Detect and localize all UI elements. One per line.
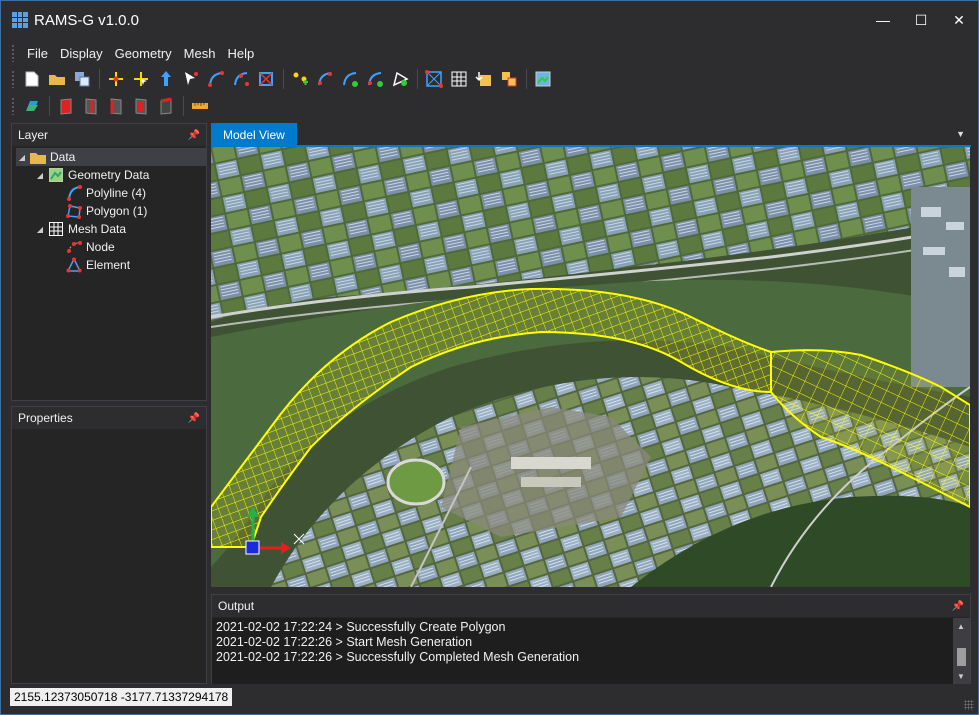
mesh-grid-icon[interactable] xyxy=(448,68,470,90)
scroll-up-icon[interactable]: ▲ xyxy=(957,622,965,631)
layer-tree: ◢ Data ◢ Geometry Data Polyline (4) Poly… xyxy=(12,146,206,386)
tree-label: Data xyxy=(50,150,76,164)
polyline-add-icon[interactable] xyxy=(364,68,386,90)
tree-item-geometry-data[interactable]: ◢ Geometry Data xyxy=(34,166,149,184)
log-line: 2021-02-02 17:22:24 > Successfully Creat… xyxy=(216,620,506,634)
mesh-export-icon[interactable] xyxy=(498,68,520,90)
output-panel-title: Output xyxy=(218,599,255,613)
element-icon xyxy=(66,257,82,273)
polyline-move-icon[interactable] xyxy=(339,68,361,90)
tree-label: Polygon (1) xyxy=(86,204,148,218)
document-tab-bar: Model View ▼ xyxy=(211,123,971,147)
node-add-icon[interactable] xyxy=(289,68,311,90)
tree-item-polygon[interactable]: Polygon (1) xyxy=(64,202,147,220)
ruler-icon[interactable] xyxy=(189,95,211,117)
chevron-down-icon[interactable]: ▼ xyxy=(956,129,965,139)
expand-arrow-icon[interactable]: ◢ xyxy=(34,225,46,234)
tree-item-element[interactable]: Element xyxy=(64,256,130,274)
resize-grip-icon[interactable] xyxy=(964,700,974,710)
layer-refresh-icon[interactable] xyxy=(21,95,43,117)
tree-label: Polyline (4) xyxy=(86,186,147,200)
select-point-icon[interactable] xyxy=(130,68,152,90)
layer-panel: Layer 📌 ◢ Data ◢ Geometry Data Polyline … xyxy=(11,123,207,401)
menu-display[interactable]: Display xyxy=(54,46,109,61)
tree-label: Geometry Data xyxy=(68,168,150,182)
pin-icon[interactable]: 📌 xyxy=(188,130,200,141)
polyline-icon xyxy=(66,185,82,201)
split-polyline-icon[interactable] xyxy=(255,68,277,90)
output-panel-header: Output 📌 xyxy=(212,595,970,617)
model-view-canvas[interactable] xyxy=(211,147,970,587)
menu-geometry[interactable]: Geometry xyxy=(109,46,178,61)
add-polyline-icon[interactable] xyxy=(205,68,227,90)
window-title: RAMS-G v1.0.0 xyxy=(34,11,140,29)
layer-panel-title: Layer xyxy=(18,128,49,142)
geometry-data-icon xyxy=(48,167,64,183)
tree-label: Element xyxy=(86,258,131,272)
tree-item-mesh-data[interactable]: ◢ Mesh Data xyxy=(34,220,126,238)
properties-panel-title: Properties xyxy=(18,411,73,425)
box-right-icon[interactable] xyxy=(80,95,102,117)
tree-item-data[interactable]: ◢ Data xyxy=(16,148,206,166)
pin-icon[interactable]: 📌 xyxy=(952,601,964,612)
polygon-edit-icon[interactable] xyxy=(389,68,411,90)
box-back-icon[interactable] xyxy=(130,95,152,117)
menu-mesh[interactable]: Mesh xyxy=(178,46,222,61)
box-left-icon[interactable] xyxy=(105,95,127,117)
tree-label: Node xyxy=(86,240,115,254)
menu-file[interactable]: File xyxy=(21,46,54,61)
tree-item-node[interactable]: Node xyxy=(64,238,115,256)
title-bar: RAMS-G v1.0.0 — ☐ ✕ xyxy=(1,1,978,39)
app-logo-icon xyxy=(12,12,28,28)
pin-icon[interactable]: 📌 xyxy=(188,413,200,424)
save-icon[interactable] xyxy=(71,68,93,90)
map-view-icon[interactable] xyxy=(532,68,554,90)
menu-help[interactable]: Help xyxy=(221,46,260,61)
move-point-icon[interactable] xyxy=(155,68,177,90)
close-button[interactable]: ✕ xyxy=(940,1,978,39)
new-file-icon[interactable] xyxy=(21,68,43,90)
tree-item-polyline[interactable]: Polyline (4) xyxy=(64,184,146,202)
toolbar-grip[interactable] xyxy=(11,70,15,88)
output-scrollbar[interactable]: ▲ ▼ xyxy=(953,618,970,684)
output-panel: Output 📌 2021-02-02 17:22:24 > Successfu… xyxy=(211,594,971,684)
menu-bar: File Display Geometry Mesh Help xyxy=(11,43,260,63)
scroll-down-icon[interactable]: ▼ xyxy=(957,672,965,681)
main-toolbar xyxy=(11,67,557,91)
app-window: RAMS-G v1.0.0 — ☐ ✕ File Display Geometr… xyxy=(0,0,979,715)
edit-polyline-icon[interactable] xyxy=(230,68,252,90)
expand-arrow-icon[interactable]: ◢ xyxy=(16,153,28,162)
expand-arrow-icon[interactable]: ◢ xyxy=(34,171,46,180)
polygon-icon xyxy=(66,203,82,219)
mesh-import-icon[interactable] xyxy=(473,68,495,90)
delete-point-icon[interactable] xyxy=(180,68,202,90)
menu-grip[interactable] xyxy=(11,44,15,62)
log-line: 2021-02-02 17:22:26 > Start Mesh Generat… xyxy=(216,635,473,649)
satellite-map[interactable] xyxy=(211,147,970,587)
tree-label: Mesh Data xyxy=(68,222,127,236)
tab-model-view[interactable]: Model View xyxy=(211,123,297,147)
properties-panel-header: Properties 📌 xyxy=(12,407,206,429)
maximize-button[interactable]: ☐ xyxy=(902,1,940,39)
mesh-generate-icon[interactable] xyxy=(423,68,445,90)
box-front-icon[interactable] xyxy=(55,95,77,117)
view-toolbar xyxy=(11,94,214,118)
mesh-data-icon xyxy=(48,221,64,237)
folder-icon xyxy=(30,149,46,165)
output-log[interactable]: 2021-02-02 17:22:24 > Successfully Creat… xyxy=(212,618,954,684)
node-icon xyxy=(66,239,82,255)
toolbar2-grip[interactable] xyxy=(11,97,15,115)
coordinate-status: 2155.12373050718 -3177.71337294178 xyxy=(10,688,233,706)
scroll-thumb[interactable] xyxy=(957,648,966,666)
box-top-icon[interactable] xyxy=(155,95,177,117)
layer-panel-header: Layer 📌 xyxy=(12,124,206,146)
minimize-button[interactable]: — xyxy=(864,1,902,39)
open-folder-icon[interactable] xyxy=(46,68,68,90)
polyline-node-icon[interactable] xyxy=(314,68,336,90)
log-line: 2021-02-02 17:22:26 > Successfully Compl… xyxy=(216,650,580,664)
properties-panel: Properties 📌 xyxy=(11,406,207,684)
add-point-icon[interactable] xyxy=(105,68,127,90)
